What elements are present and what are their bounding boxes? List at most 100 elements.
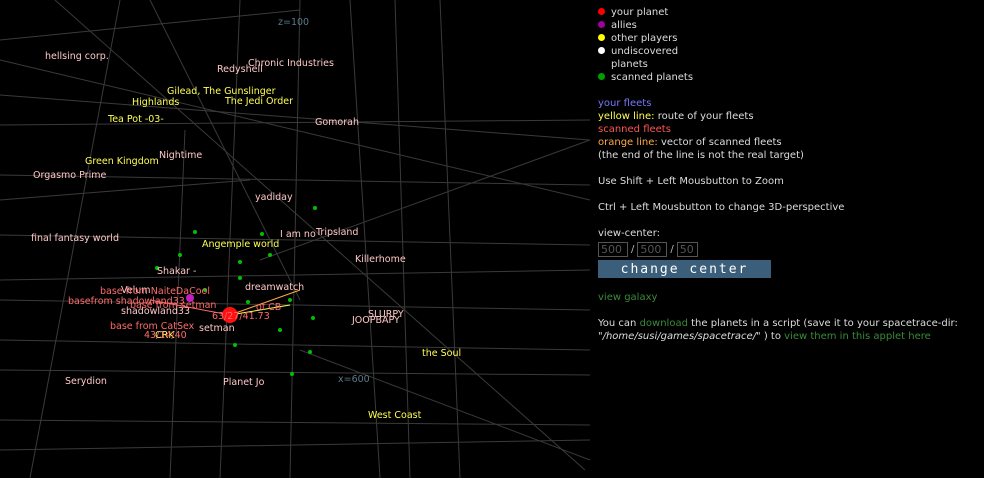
download-text-1: You can — [598, 318, 640, 329]
download-row-2: "/home/susi/games/spacetrace/" ) to view… — [598, 330, 978, 343]
legend-dot-icon — [598, 73, 605, 80]
planet-label[interactable]: Nightime — [159, 150, 202, 161]
change-center-button[interactable]: change center — [598, 260, 771, 278]
orange-line-row: orange line: vector of scanned fleets — [598, 136, 978, 149]
grid-line — [0, 339, 590, 351]
legend-item: other players — [598, 32, 978, 45]
fleet-label[interactable]: base from setman — [130, 300, 216, 311]
legend-item: your planet — [598, 6, 978, 19]
legend-dot-icon — [598, 34, 605, 41]
yellow-line-desc: route of your fleets — [654, 111, 754, 122]
download-text-2: the planets in a script (save it to your… — [687, 318, 958, 329]
planet-label[interactable]: Highlands — [132, 97, 179, 108]
legend-label: scanned planets — [611, 72, 694, 83]
view-center-label: view-center: — [598, 228, 661, 239]
planet-label[interactable]: Gomorah — [315, 117, 359, 128]
grid-line — [349, 0, 381, 478]
legend-label: your planet — [611, 7, 669, 18]
planet-label[interactable]: Tripsland — [316, 227, 358, 238]
download-text-3: ) to — [760, 331, 785, 342]
scanned-planet-marker — [308, 350, 312, 354]
separator: / — [631, 244, 635, 255]
planet-label[interactable]: Killerhome — [355, 254, 406, 265]
grid-line — [0, 94, 590, 141]
separator: / — [670, 244, 674, 255]
planet-label[interactable]: Green Kingdom — [85, 156, 159, 167]
orange-line-desc: vector of scanned fleets — [657, 137, 782, 148]
center-z-input[interactable] — [676, 242, 698, 257]
legend-dot-icon — [598, 8, 605, 15]
legend-item: undiscovered planets — [598, 45, 978, 71]
planet-label[interactable]: dreamwatch — [245, 282, 304, 293]
grid-line — [0, 269, 590, 281]
legend-label: allies — [611, 20, 637, 31]
planet-label[interactable]: hellsing corp. — [45, 51, 109, 62]
perspective-hint: Ctrl + Left Mousbutton to change 3D-pers… — [598, 202, 845, 213]
scanned-planet-marker — [246, 300, 250, 304]
grid-line — [0, 419, 590, 426]
planet-label[interactable]: yadiday — [255, 192, 293, 203]
planet-label[interactable]: Tea Pot -03- — [108, 114, 164, 125]
legend-dot-icon — [598, 47, 605, 54]
legend-label: undiscovered planets — [611, 46, 679, 70]
grid-line — [299, 349, 590, 461]
view-center-inputs: / / — [598, 242, 978, 257]
planet-label[interactable]: Serydion — [65, 376, 107, 387]
center-x-input[interactable] — [598, 242, 628, 257]
info-panel: your planet allies other players undiscover… — [598, 6, 978, 343]
legend: your planet allies other players undiscover… — [598, 6, 978, 84]
orange-line-note: (the end of the line is not the real tar… — [598, 150, 804, 161]
scanned-fleets-label: scanned fleets — [598, 124, 671, 135]
planet-label[interactable]: Orgasmo Prime — [33, 170, 106, 181]
grid-line — [0, 9, 301, 41]
scanned-planet-marker — [311, 316, 315, 320]
yellow-line-key: yellow line: — [598, 111, 655, 122]
planet-label[interactable]: final fantasy world — [31, 233, 119, 244]
planet-label[interactable]: Angemple world — [202, 239, 279, 250]
scanned-planet-marker — [290, 372, 294, 376]
scanned-planet-marker — [178, 253, 182, 257]
scanned-planet-marker — [233, 343, 237, 347]
view-applet-link[interactable]: view them in this applet here — [784, 331, 931, 342]
fleet-label[interactable]: of CB — [256, 302, 281, 313]
planet-label[interactable]: the Soul — [422, 348, 461, 359]
planet-label[interactable]: Shakar - — [157, 266, 196, 277]
scanned-planet-marker — [268, 253, 272, 257]
fleet-label[interactable]: 43/14/40 — [144, 330, 187, 341]
grid-line — [0, 439, 590, 451]
download-row: You can download the planets in a script… — [598, 317, 978, 330]
scanned-planet-marker — [238, 276, 242, 280]
zoom-hint: Use Shift + Left Mousbutton to Zoom — [598, 176, 784, 187]
grid-line — [0, 119, 590, 126]
planet-label[interactable]: West Coast — [368, 410, 421, 421]
center-y-input[interactable] — [637, 242, 668, 257]
scanned-planet-marker — [193, 230, 197, 234]
planet-label[interactable]: I am no — [280, 229, 316, 240]
view-galaxy-link[interactable]: view galaxy — [598, 292, 657, 303]
grid-line — [0, 179, 251, 201]
your-fleets-label: your fleets — [598, 98, 652, 109]
galaxy-view[interactable]: hellsing corp. Chronic Industries Redyshel… — [0, 0, 590, 478]
scanned-planet-marker — [260, 232, 264, 236]
grid-line — [439, 0, 461, 478]
planet-label[interactable]: Planet Jo — [223, 377, 264, 388]
scanned-planet-marker — [278, 328, 282, 332]
scanned-planet-marker — [238, 260, 242, 264]
planet-label[interactable]: The Jedi Order — [225, 96, 293, 107]
grid-line — [0, 369, 590, 376]
legend-item: scanned planets — [598, 71, 978, 84]
orange-line-key: orange line: — [598, 137, 658, 148]
scanned-planet-marker — [288, 298, 292, 302]
grid-line — [394, 0, 411, 478]
scanned-planet-marker — [313, 206, 317, 210]
legend-label: other players — [611, 33, 678, 44]
planet-label[interactable]: Redyshell — [217, 64, 263, 75]
z-axis-label: z=100 — [278, 17, 310, 28]
legend-item: allies — [598, 19, 978, 32]
planet-label[interactable]: setman — [199, 323, 235, 334]
spacetrace-path: "/home/susi/games/spacetrace/" — [598, 331, 761, 342]
download-link[interactable]: download — [640, 318, 688, 329]
x-axis-label: x=600 — [338, 374, 370, 385]
yellow-line-row: yellow line: route of your fleets — [598, 110, 978, 123]
planet-label[interactable]: JOOPBAPY — [352, 315, 400, 326]
